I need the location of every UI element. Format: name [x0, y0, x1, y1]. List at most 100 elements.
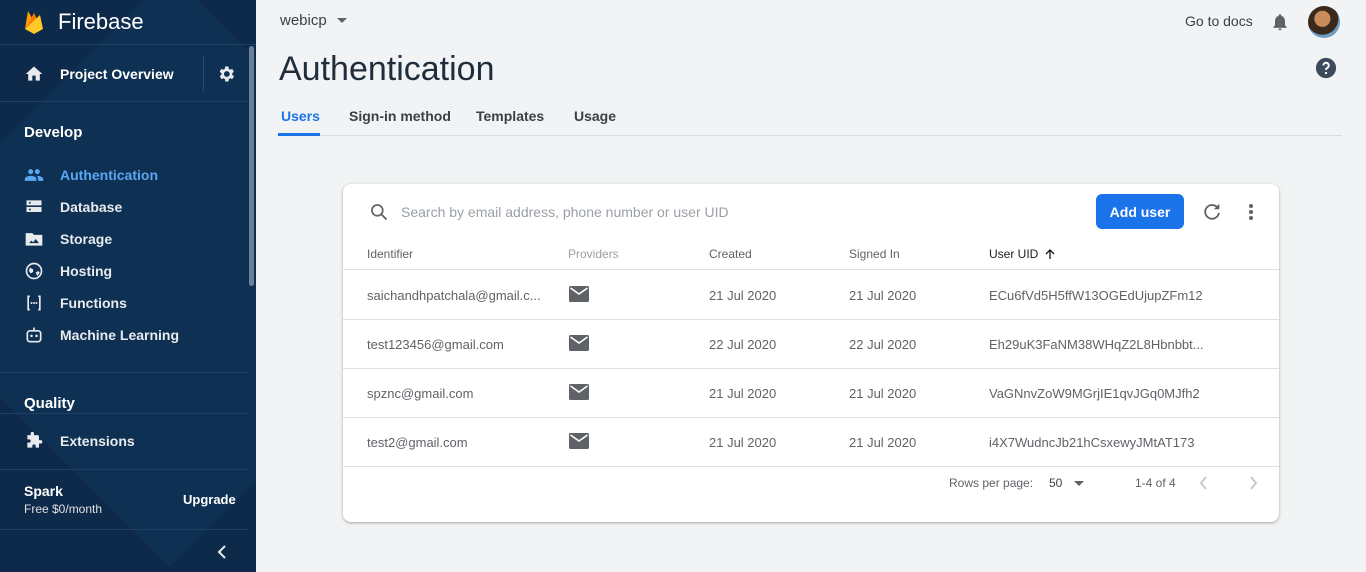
tab-sign-in-method[interactable]: Sign-in method: [349, 108, 451, 124]
database-icon: [24, 197, 44, 217]
help-icon[interactable]: [1315, 57, 1337, 79]
gear-icon: [219, 66, 234, 81]
cell-uid: Eh29uK3FaNM38WHqZ2L8Hbnbbt...: [989, 337, 1204, 352]
upgrade-button[interactable]: Upgrade: [183, 492, 236, 507]
table-row[interactable]: saichandhpatchala@gmail.c... 21 Jul 2020…: [343, 271, 1279, 320]
more-vert-icon[interactable]: [1241, 201, 1261, 223]
brand-name: Firebase: [58, 9, 144, 34]
sidebar-item-label: Functions: [60, 295, 127, 311]
sidebar-item-storage[interactable]: Storage: [24, 227, 112, 251]
globe-icon: [24, 261, 44, 281]
cell-created: 21 Jul 2020: [709, 435, 777, 450]
tab-templates[interactable]: Templates: [476, 108, 544, 124]
brand[interactable]: Firebase: [0, 0, 256, 45]
tab-bar: Users Sign-in method Templates Usage: [278, 100, 1342, 136]
table-row[interactable]: test123456@gmail.com 22 Jul 2020 22 Jul …: [343, 320, 1279, 369]
functions-icon: [24, 293, 44, 313]
main-content: webicp Go to docs Authentication Users S…: [256, 0, 1366, 572]
sidebar-item-extensions[interactable]: Extensions: [24, 429, 135, 453]
home-icon[interactable]: [24, 64, 44, 84]
page-title: Authentication: [279, 50, 495, 88]
cell-identifier: spznc@gmail.com: [367, 386, 474, 401]
sidebar-item-label: Hosting: [60, 263, 113, 279]
users-card: Add user Identifier Providers Created Si…: [343, 184, 1279, 522]
project-overview-row: Project Overview: [0, 46, 248, 102]
project-name: webicp: [280, 12, 327, 29]
column-providers: Providers: [568, 247, 619, 261]
project-selector[interactable]: webicp: [280, 12, 347, 29]
page-range: 1-4 of 4: [1135, 476, 1176, 490]
rows-per-page-select[interactable]: 50: [1049, 476, 1062, 490]
storage-icon: [24, 229, 44, 249]
plan-price: Free $0/month: [24, 502, 103, 516]
people-icon: [24, 165, 44, 185]
cell-signed-in: 21 Jul 2020: [849, 386, 917, 401]
search-input[interactable]: [401, 200, 1101, 224]
sidebar-item-label: Machine Learning: [60, 327, 180, 343]
refresh-icon[interactable]: [1201, 201, 1223, 223]
add-user-button[interactable]: Add user: [1096, 194, 1184, 229]
divider: [0, 529, 248, 530]
column-signed-in[interactable]: Signed In: [849, 247, 900, 261]
cell-signed-in: 21 Jul 2020: [849, 288, 917, 303]
robot-icon: [24, 325, 44, 345]
table-pagination: Rows per page: 50 1-4 of 4: [343, 472, 1279, 502]
arrow-up-icon: [1045, 249, 1055, 259]
settings-button[interactable]: [204, 64, 248, 84]
chevron-left-icon[interactable]: [1194, 472, 1214, 494]
email-icon: [569, 433, 589, 449]
cell-uid: i4X7WudncJb21hCsxewyJMtAT173: [989, 435, 1195, 450]
chevron-down-icon: [336, 18, 347, 23]
column-identifier[interactable]: Identifier: [367, 247, 413, 261]
extensions-icon: [24, 431, 44, 451]
sidebar-item-label: Storage: [60, 231, 113, 247]
cell-uid: ECu6fVd5H5ffW13OGEdUjupZFm12: [989, 288, 1203, 303]
email-icon: [569, 335, 589, 351]
divider: [0, 372, 248, 373]
cell-signed-in: 22 Jul 2020: [849, 337, 917, 352]
section-quality[interactable]: Quality: [24, 395, 75, 412]
email-icon: [569, 286, 589, 302]
bell-icon[interactable]: [1270, 12, 1290, 32]
divider: [0, 413, 248, 414]
sidebar-item-label: Authentication: [60, 167, 158, 183]
sidebar: Firebase Project Overview Develop Authen…: [0, 0, 256, 572]
cell-created: 22 Jul 2020: [709, 337, 777, 352]
avatar[interactable]: [1308, 6, 1340, 38]
sidebar-item-functions[interactable]: Functions: [24, 291, 127, 315]
table-row[interactable]: test2@gmail.com 21 Jul 2020 21 Jul 2020 …: [343, 418, 1279, 467]
sidebar-scrollbar[interactable]: [249, 46, 254, 286]
plan-name: Spark: [24, 483, 63, 499]
cell-signed-in: 21 Jul 2020: [849, 435, 917, 450]
cell-identifier: test123456@gmail.com: [367, 337, 504, 352]
tab-usage[interactable]: Usage: [574, 108, 616, 124]
sidebar-item-authentication[interactable]: Authentication: [24, 163, 158, 187]
chevron-left-icon[interactable]: [214, 543, 230, 561]
plan-info: Spark Free $0/month: [24, 483, 102, 516]
divider: [0, 469, 248, 470]
chevron-right-icon[interactable]: [1243, 472, 1263, 494]
sidebar-item-label: Extensions: [60, 433, 135, 449]
chevron-down-icon[interactable]: [1074, 481, 1084, 486]
table-header: Identifier Providers Created Signed In U…: [343, 242, 1279, 270]
cell-identifier: saichandhpatchala@gmail.c...: [367, 288, 541, 303]
rows-per-page-label: Rows per page:: [949, 476, 1034, 490]
tab-users[interactable]: Users: [281, 108, 320, 124]
cell-created: 21 Jul 2020: [709, 288, 777, 303]
cell-uid: VaGNnvZoW9MGrjIE1qvJGq0MJfh2: [989, 386, 1200, 401]
search-icon: [371, 204, 388, 221]
column-created[interactable]: Created: [709, 247, 752, 261]
sidebar-item-label: Database: [60, 199, 123, 215]
sidebar-item-hosting[interactable]: Hosting: [24, 259, 112, 283]
table-row[interactable]: spznc@gmail.com 21 Jul 2020 21 Jul 2020 …: [343, 369, 1279, 418]
cell-identifier: test2@gmail.com: [367, 435, 468, 450]
column-user-uid[interactable]: User UID: [989, 247, 1056, 261]
column-label: User UID: [989, 247, 1039, 261]
email-icon: [569, 384, 589, 400]
sidebar-item-database[interactable]: Database: [24, 195, 122, 219]
project-overview-link[interactable]: Project Overview: [60, 66, 203, 82]
section-develop[interactable]: Develop: [24, 124, 82, 141]
go-to-docs-link[interactable]: Go to docs: [1185, 13, 1253, 29]
cell-created: 21 Jul 2020: [709, 386, 777, 401]
sidebar-item-machine-learning[interactable]: Machine Learning: [24, 323, 179, 347]
